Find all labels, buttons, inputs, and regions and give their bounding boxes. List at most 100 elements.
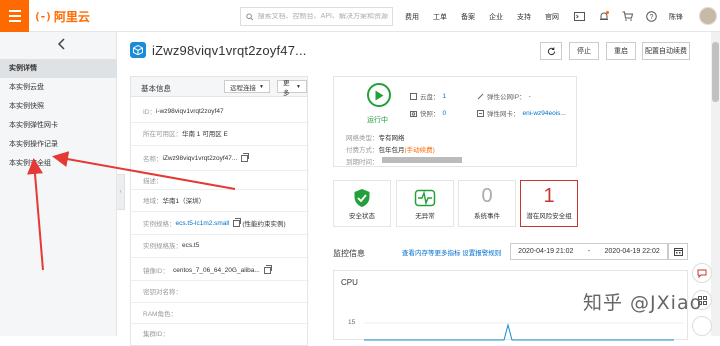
remote-connect-button[interactable]: 远程连接 ▼ — [224, 80, 270, 93]
nav-tickets[interactable]: 工单 — [433, 12, 447, 22]
network-card-icon — [477, 109, 484, 117]
id-value: i-wz98viqv1vrqt2zoyf47 — [156, 107, 224, 115]
net-type-label: 网络类型： — [346, 135, 379, 142]
svg-text:?: ? — [649, 14, 653, 21]
nav-fees[interactable]: 费用 — [405, 12, 419, 22]
spec-link[interactable]: ecs.t5-lc1m2.small — [176, 220, 230, 227]
date-range-picker[interactable]: 2020-04-19 21:02 - 2020-04-19 22:02 — [510, 243, 668, 260]
snapshot-count[interactable]: 快照： 0 — [410, 108, 446, 118]
date-end[interactable]: 2020-04-19 22:02 — [605, 248, 660, 255]
feedback-icon[interactable] — [692, 316, 712, 336]
more-button[interactable]: 更多 ▼ — [277, 80, 307, 97]
user-avatar[interactable] — [699, 7, 717, 25]
system-events-label: 系统事件 — [474, 213, 500, 220]
sidebar-item-instance-details[interactable]: 实例详情 — [0, 59, 117, 78]
disk-icon — [410, 92, 417, 100]
scroll-thumb[interactable] — [712, 42, 719, 102]
caret-down-icon: ▼ — [259, 83, 264, 90]
help-icon[interactable]: ? — [645, 10, 657, 22]
restart-button[interactable]: 重启 — [606, 42, 636, 60]
disk-count-value: 1 — [442, 92, 447, 100]
snapshot-count-value: 0 — [442, 109, 447, 117]
page-scrollbar[interactable] — [711, 32, 720, 336]
name-value: iZwz98viqv1vrqt2zoyf47... — [162, 154, 238, 162]
pay-type: 付费方式：包年包月(手动续费) — [346, 144, 435, 154]
pay-value: 包年包月 — [378, 147, 405, 154]
health-label: 无异常 — [415, 213, 435, 220]
redacted-expire-value — [382, 157, 462, 163]
disk-label: 云盘： — [420, 94, 440, 101]
name-label: 名称： — [143, 156, 163, 163]
desc-label: 描述： — [143, 178, 163, 185]
top-navbar: (-) 阿里云 费用 工单 备案 企业 支持 官网 ? 陈锋 — [0, 0, 720, 32]
link-icon — [477, 93, 484, 99]
autorenew-button[interactable]: 配置自动续费 — [642, 42, 690, 60]
basic-info-panel: 基本信息 远程连接 ▼ 更多 ▼ ID： i-wz98viqv1vrqt2zoyf47… — [130, 76, 309, 346]
expire-label: 到期时间： — [346, 159, 379, 166]
row-keypair: 密钥对名称： — [143, 286, 182, 296]
terminal-icon[interactable] — [573, 10, 585, 22]
snapshot-label: 快照： — [420, 111, 440, 118]
more-label: 更多 — [283, 79, 290, 97]
sidebar-collapse-handle[interactable]: ‹ — [117, 174, 125, 210]
sidebar-item-eni[interactable]: 本实例弹性网卡 — [0, 116, 117, 135]
left-sidebar: 实例详情 本实例云盘 本实例快照 本实例弹性网卡 本实例操作记录 本实例安全组 — [0, 32, 117, 336]
caret-down-icon: ▼ — [296, 83, 301, 90]
eip-label: 弹性公网IP： — [487, 94, 526, 101]
chat-icon[interactable] — [692, 263, 712, 283]
edit-icon[interactable] — [241, 152, 250, 162]
nav-enterprise[interactable]: 企业 — [489, 12, 503, 22]
eip-info: 弹性公网IP： - — [477, 91, 531, 101]
zone-value: 华南 1 可用区 E — [182, 131, 228, 138]
nav-support[interactable]: 支持 — [517, 12, 531, 22]
row-id: ID： i-wz98viqv1vrqt2zoyf47 — [143, 106, 224, 117]
search-box[interactable] — [240, 7, 393, 26]
family-value: ecs.t5 — [182, 241, 200, 249]
eni-link[interactable]: eni-wz94eois... — [523, 110, 566, 117]
cart-icon[interactable] — [621, 10, 633, 22]
copy-icon[interactable] — [263, 264, 272, 274]
security-status-card[interactable]: 安全状态 — [333, 180, 391, 227]
sidebar-item-operation-log[interactable]: 本实例操作记录 — [0, 135, 117, 154]
health-card[interactable]: 无异常 — [396, 180, 454, 227]
date-start[interactable]: 2020-04-19 21:02 — [518, 248, 573, 255]
monitor-more-link[interactable]: 查看内存等更多指标 设置报警规则 — [402, 247, 501, 257]
row-spec: 实例规格： ecs.t5-lc1m2.small (性能约束实例) — [143, 217, 286, 228]
refresh-button[interactable] — [540, 42, 562, 60]
region-label: 地域： — [143, 198, 163, 205]
risk-label: 潜在风险安全组 — [526, 213, 572, 220]
logo-text: 阿里云 — [53, 9, 90, 24]
edit-icon[interactable] — [233, 217, 242, 227]
hamburger-menu-icon[interactable] — [0, 0, 29, 32]
basic-info-header: 基本信息 远程连接 ▼ 更多 ▼ — [131, 77, 307, 97]
aliyun-logo[interactable]: (-) 阿里云 — [34, 8, 90, 24]
sidebar-item-security-group[interactable]: 本实例安全组 — [0, 154, 117, 173]
chevron-left-icon[interactable] — [57, 37, 66, 53]
risk-security-group-card[interactable]: 1 潜在风险安全组 — [520, 180, 578, 227]
shield-check-icon — [354, 189, 370, 207]
disk-count[interactable]: 云盘： 1 — [410, 91, 446, 101]
sidebar-item-snapshots[interactable]: 本实例快照 — [0, 97, 117, 116]
ram-label: RAM角色： — [143, 311, 177, 318]
running-status: 运行中 — [367, 117, 388, 124]
nav-official-site[interactable]: 官网 — [545, 12, 559, 22]
image-label: 镜像ID： — [143, 268, 169, 275]
nav-icp[interactable]: 备案 — [461, 12, 475, 22]
row-zone: 所在可用区： 华南 1 可用区 E — [143, 128, 228, 138]
stop-button[interactable]: 停止 — [569, 42, 599, 60]
search-input[interactable] — [257, 13, 392, 20]
net-type-value: 专有网络 — [378, 135, 405, 142]
system-events-count: 0 — [481, 185, 493, 207]
page-title: iZwz98viqv1vrqt2zoyf47... — [152, 42, 307, 58]
calendar-icon[interactable] — [668, 243, 688, 260]
sidebar-item-disks[interactable]: 本实例云盘 — [0, 78, 117, 97]
system-events-card[interactable]: 0 系统事件 — [458, 180, 516, 227]
pay-warn[interactable]: (手动续费) — [405, 147, 435, 154]
date-separator: - — [587, 248, 591, 255]
spec-extra: (性能约束实例) — [242, 221, 286, 228]
user-name[interactable]: 陈锋 — [669, 12, 683, 22]
bell-icon[interactable] — [598, 10, 610, 22]
row-group: 集群ID： — [143, 328, 169, 338]
cube-icon — [130, 42, 146, 58]
spec-label: 实例规格： — [143, 221, 176, 228]
